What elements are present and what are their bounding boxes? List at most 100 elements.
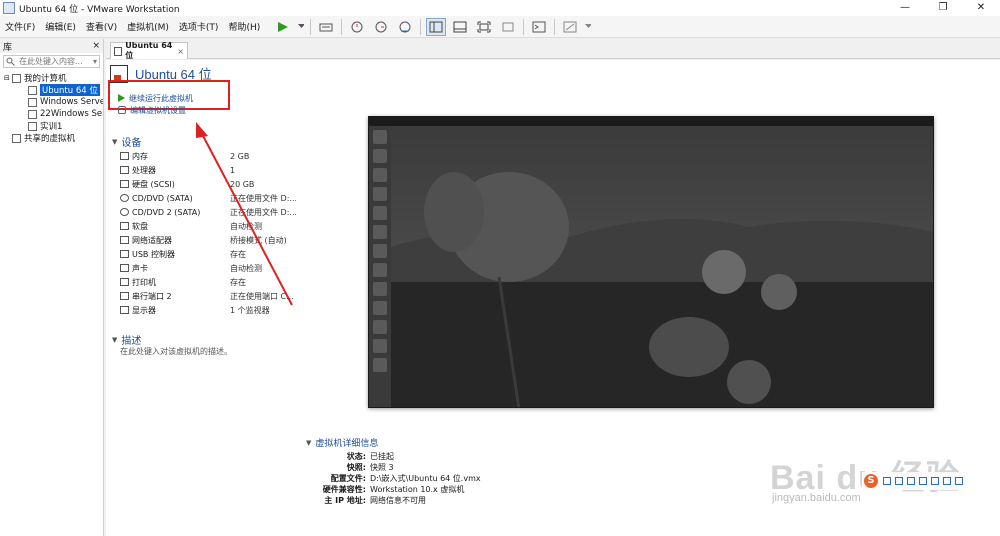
detail-row-config-file: 配置文件: D:\嵌入式\Ubuntu 64 位.vmx <box>316 473 606 484</box>
device-row-memory[interactable]: 内存 2 GB <box>120 149 300 163</box>
stretch-dropdown-button[interactable] <box>584 18 592 36</box>
device-list: 内存 2 GB 处理器 1 硬盘 (SCSI) 20 GB CD/DVD (SATA)… <box>120 149 300 317</box>
library-close-button[interactable]: × <box>92 41 100 51</box>
device-row-network[interactable]: 网络适配器 桥接模式 (自动) <box>120 233 300 247</box>
menu-file[interactable]: 文件(F) <box>0 20 40 33</box>
device-row-serial-port[interactable]: 串行端口 2 正在使用端口 C... <box>120 289 300 303</box>
device-row-hard-disk[interactable]: 硬盘 (SCSI) 20 GB <box>120 177 300 191</box>
power-dropdown-button[interactable] <box>297 18 305 36</box>
menu-bar: 文件(F) 编辑(E) 查看(V) 虚拟机(M) 选项卡(T) 帮助(H) <box>0 16 1000 38</box>
detail-key: 主 IP 地址: <box>324 496 366 505</box>
ime-skin-icon[interactable] <box>943 477 951 485</box>
edit-vm-settings-link[interactable]: 编辑虚拟机设置 <box>118 104 193 116</box>
snapshot-manager-button[interactable] <box>395 18 415 36</box>
launcher-icon <box>373 282 387 296</box>
launcher-icon <box>373 130 387 144</box>
device-value: 正在使用文件 D:... <box>230 207 296 217</box>
search-placeholder: 在此处键入内容... <box>19 57 83 66</box>
watermark-site: jingyan.baidu.com <box>772 492 861 504</box>
device-row-usb[interactable]: USB 控制器 存在 <box>120 247 300 261</box>
power-on-button[interactable] <box>273 18 293 36</box>
console-view-button[interactable] <box>529 18 549 36</box>
launcher-icon <box>373 149 387 163</box>
tree-node-22windows-server[interactable]: 22Windows Serv <box>0 108 103 120</box>
device-row-printer[interactable]: 打印机 存在 <box>120 275 300 289</box>
ime-punct-icon[interactable] <box>895 477 903 485</box>
memory-icon <box>120 152 129 160</box>
device-row-cd-dvd[interactable]: CD/DVD (SATA) 正在使用文件 D:... <box>120 191 300 205</box>
detail-key: 状态: <box>346 452 366 461</box>
tab-close-button[interactable]: × <box>177 47 184 56</box>
device-row-cd-dvd-2[interactable]: CD/DVD 2 (SATA) 正在使用文件 D:... <box>120 205 300 219</box>
expander-icon[interactable]: ⊟ <box>4 74 12 82</box>
close-window-button[interactable]: ✕ <box>962 0 1000 16</box>
revert-snapshot-button[interactable] <box>371 18 391 36</box>
device-name: 硬盘 (SCSI) <box>132 179 175 189</box>
ime-tools-icon[interactable] <box>955 477 963 485</box>
menu-vm[interactable]: 虚拟机(M) <box>122 20 174 33</box>
menu-view[interactable]: 查看(V) <box>81 20 122 33</box>
toolbar-separator <box>420 18 422 35</box>
tree-node-label: Ubuntu 64 位 <box>40 84 100 96</box>
stretch-guest-button[interactable] <box>560 18 580 36</box>
tree-node-ubuntu[interactable]: Ubuntu 64 位 <box>0 84 103 96</box>
menu-edit[interactable]: 编辑(E) <box>40 20 81 33</box>
tree-node-shared-vms[interactable]: 共享的虚拟机 <box>0 132 103 144</box>
description-section-header[interactable]: ▼ 描述 <box>112 332 141 348</box>
maximize-button[interactable]: ❐ <box>924 0 962 16</box>
ime-user-icon[interactable] <box>931 477 939 485</box>
device-row-processor[interactable]: 处理器 1 <box>120 163 300 177</box>
vm-icon <box>28 109 37 119</box>
device-value: 自动检测 <box>230 221 262 231</box>
devices-section-header[interactable]: ▼ 设备 <box>112 134 141 150</box>
detail-row-hardware-compat: 硬件兼容性: Workstation 10.x 虚拟机 <box>316 484 606 495</box>
monitor-icon <box>120 306 129 314</box>
tree-node-shixun1[interactable]: 实训1 <box>0 120 103 132</box>
ime-keyboard-icon[interactable] <box>919 477 927 485</box>
device-row-sound[interactable]: 声卡 自动检测 <box>120 261 300 275</box>
fullscreen-icon <box>477 21 491 32</box>
show-library-button[interactable] <box>426 17 447 36</box>
tree-node-my-computer[interactable]: ⊟ 我的计算机 <box>0 72 103 84</box>
toolbar-separator <box>523 18 525 35</box>
minimize-button[interactable]: — <box>886 0 924 16</box>
launcher-icon <box>373 168 387 182</box>
guest-top-panel <box>369 117 933 126</box>
detail-value: 网络信息不可用 <box>370 496 426 505</box>
resume-vm-link[interactable]: 继续运行此虚拟机 <box>118 92 193 104</box>
details-section-header[interactable]: ▼ 虚拟机详细信息 <box>306 436 606 450</box>
device-row-display[interactable]: 显示器 1 个监视器 <box>120 303 300 317</box>
menu-help[interactable]: 帮助(H) <box>223 20 265 33</box>
sogou-ime-icon[interactable]: S <box>864 474 878 488</box>
detail-row-state: 状态: 已挂起 <box>316 451 606 462</box>
device-value: 存在 <box>230 249 246 259</box>
tree-node-label: Windows Server <box>40 97 103 107</box>
tree-node-windows-server[interactable]: Windows Server <box>0 96 103 108</box>
library-search-input[interactable]: 在此处键入内容... ▾ <box>3 55 100 68</box>
snapshot-button[interactable] <box>347 18 367 36</box>
device-row-floppy[interactable]: 软盘 自动检测 <box>120 219 300 233</box>
search-dropdown-icon[interactable]: ▾ <box>93 57 97 66</box>
thumbnail-bar-button[interactable] <box>450 18 470 36</box>
device-name: 打印机 <box>132 277 156 287</box>
tab-ubuntu[interactable]: Ubuntu 64 位 × <box>110 41 188 60</box>
send-ctrl-alt-del-button[interactable] <box>316 18 336 36</box>
vm-tree: ⊟ 我的计算机 Ubuntu 64 位 Windows Server 22Win… <box>0 72 103 144</box>
menu-tabs[interactable]: 选项卡(T) <box>174 20 224 33</box>
ime-voice-icon[interactable] <box>907 477 915 485</box>
unity-button[interactable] <box>498 18 518 36</box>
computer-icon <box>12 73 21 83</box>
toolbar-separator <box>341 18 343 35</box>
shared-vm-icon <box>12 133 21 143</box>
device-name: 显示器 <box>132 305 156 315</box>
fullscreen-button[interactable] <box>474 18 494 36</box>
suspended-desktop-thumbnail <box>369 117 933 407</box>
device-value: 20 GB <box>230 179 255 189</box>
description-placeholder[interactable]: 在此处键入对该虚拟机的描述。 <box>120 346 232 357</box>
vm-screen-preview[interactable] <box>368 116 934 408</box>
ime-mode-icon[interactable] <box>883 477 891 485</box>
device-name: USB 控制器 <box>132 249 175 259</box>
vm-actions: 继续运行此虚拟机 编辑虚拟机设置 <box>118 92 193 116</box>
cd-icon <box>120 208 129 216</box>
cd-icon <box>120 194 129 202</box>
